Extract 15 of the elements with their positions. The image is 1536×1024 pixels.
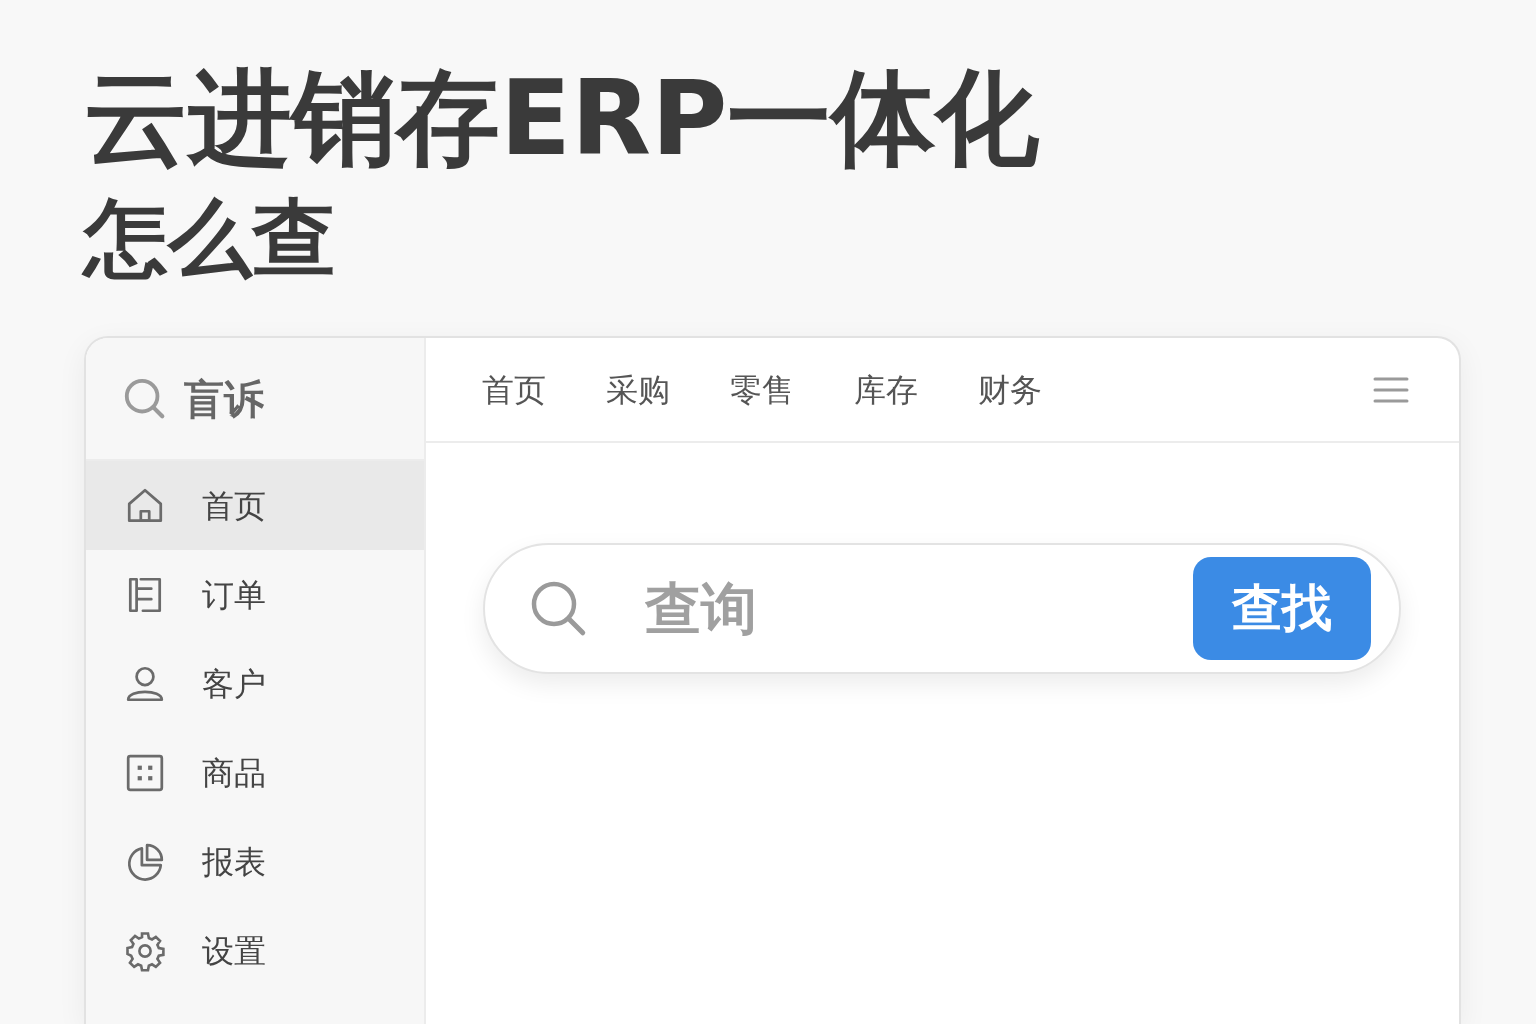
sidebar-item-label: 报表 [202,841,266,883]
sidebar-item-label: 订单 [202,574,266,616]
sidebar-item[interactable]: 首页 [86,461,424,550]
sidebar-item-label: 商品 [202,752,266,794]
nav-tab[interactable]: 财务 [978,365,1042,414]
sidebar-item-label: 客户 [202,663,266,705]
nav-tab[interactable]: 首页 [482,365,546,414]
settings-icon [124,929,166,972]
sidebar-search-label: 盲诉 [184,374,264,424]
nav-tab[interactable]: 采购 [606,365,670,414]
headline: 云进销存ERP一体化 [84,58,1041,178]
sidebar-item-label: 设置 [202,930,266,972]
nav-tab[interactable]: 库存 [854,365,918,414]
sidebar-item-label: 首页 [202,485,266,527]
nav-tab[interactable]: 零售 [730,365,794,414]
